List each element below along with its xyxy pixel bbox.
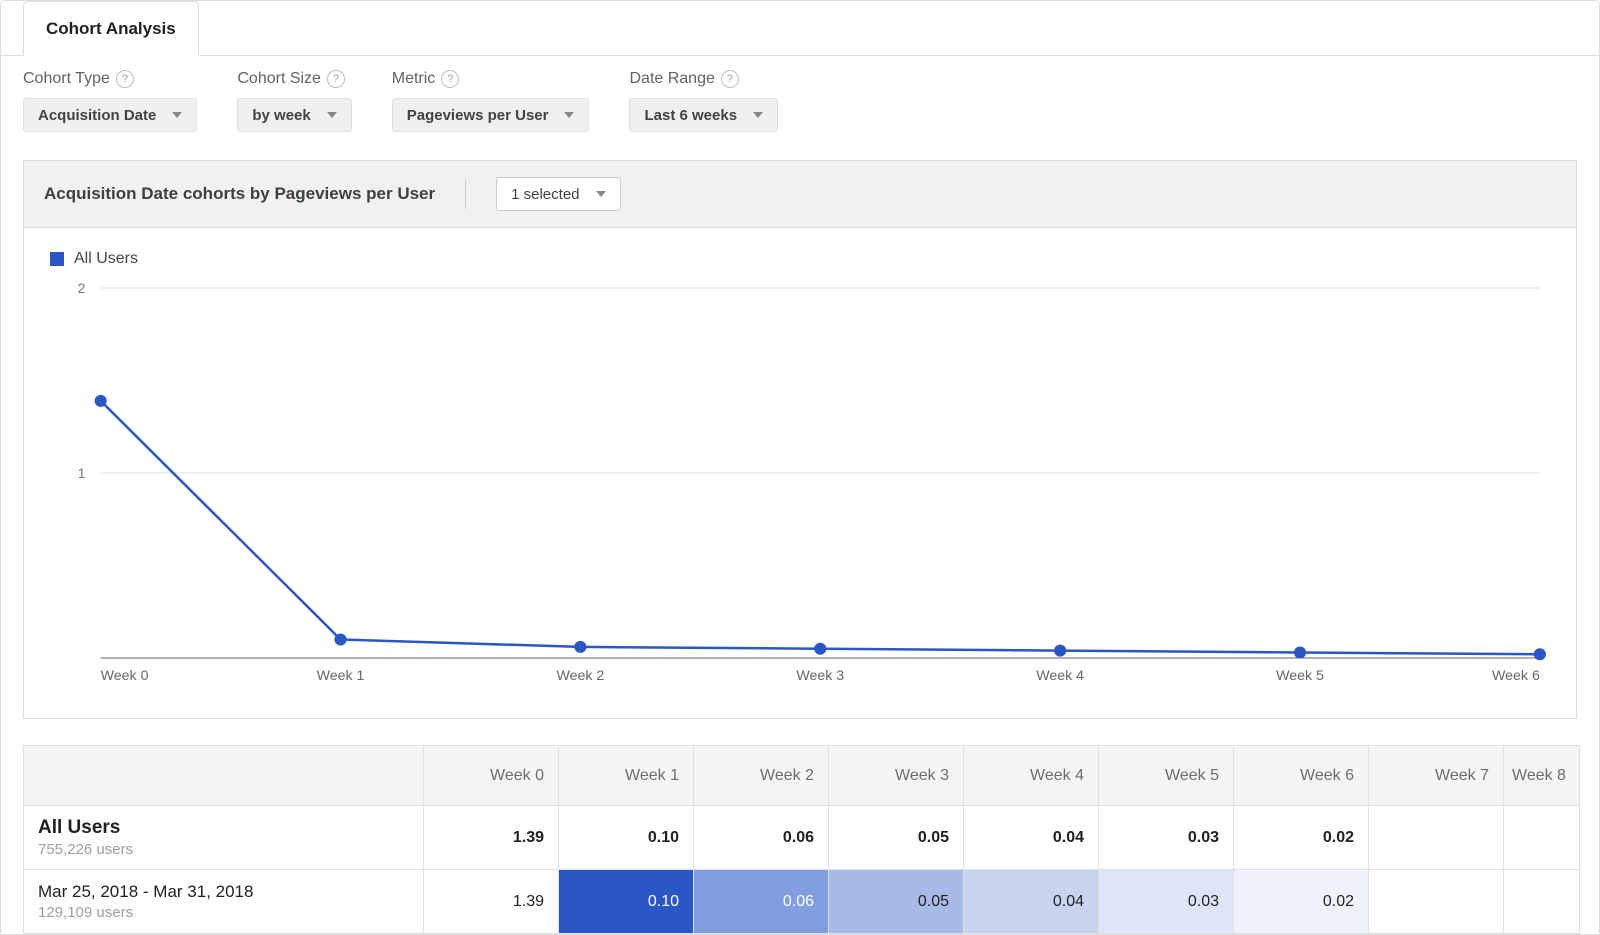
dropdown-value: Pageviews per User bbox=[407, 107, 549, 124]
svg-text:2: 2 bbox=[78, 280, 86, 296]
svg-text:Week 1: Week 1 bbox=[317, 667, 365, 683]
table-cell: 0.04 bbox=[964, 806, 1099, 870]
table-cell: 0.04 bbox=[964, 870, 1099, 934]
table-row: All Users755,226 users1.390.100.060.050.… bbox=[24, 806, 1580, 870]
table-cell bbox=[1504, 870, 1580, 934]
control-cohort-type: Cohort Type ? Acquisition Date bbox=[23, 70, 197, 132]
table-header-cell: Week 2 bbox=[694, 746, 829, 806]
table-cell: 0.02 bbox=[1234, 806, 1369, 870]
legend-series-name: All Users bbox=[74, 250, 138, 268]
dropdown-value: Acquisition Date bbox=[38, 107, 156, 124]
tab-cohort-analysis[interactable]: Cohort Analysis bbox=[23, 1, 199, 56]
svg-text:1: 1 bbox=[78, 465, 86, 481]
chart-plot: 1 2 Week 0 Week 1 Week 2 Week 3 Week 4 Week 5 We… bbox=[50, 278, 1550, 688]
table-cell: 0.10 bbox=[559, 806, 694, 870]
table-rowhead: All Users 755,226 users bbox=[24, 806, 424, 870]
table-header-cell: Week 1 bbox=[559, 746, 694, 806]
rowhead-label: All Users bbox=[38, 817, 409, 839]
table-header-cell: Week 8 bbox=[1504, 746, 1580, 806]
table-cell bbox=[1504, 806, 1580, 870]
cohort-table-wrap: Week 0Week 1Week 2Week 3Week 4Week 5Week… bbox=[23, 745, 1577, 934]
svg-text:Week 5: Week 5 bbox=[1276, 667, 1324, 683]
control-label-cohort-size: Cohort Size ? bbox=[237, 70, 351, 88]
table-header-cell: Week 5 bbox=[1099, 746, 1234, 806]
svg-text:Week 6: Week 6 bbox=[1492, 667, 1540, 683]
control-label-text: Metric bbox=[392, 70, 436, 88]
control-label-text: Date Range bbox=[629, 70, 714, 88]
table-header-cell: Week 7 bbox=[1369, 746, 1504, 806]
table-cell: 1.39 bbox=[424, 870, 559, 934]
svg-text:Week 2: Week 2 bbox=[557, 667, 605, 683]
dropdown-value: by week bbox=[252, 107, 310, 124]
table-header-cell: Week 0 bbox=[424, 746, 559, 806]
cohort-analysis-frame: Cohort Analysis Cohort Type ? Acquisitio… bbox=[0, 0, 1600, 935]
rowhead-sublabel: 129,109 users bbox=[38, 904, 409, 921]
control-label-text: Cohort Size bbox=[237, 70, 321, 88]
chevron-down-icon bbox=[564, 112, 574, 118]
controls-row: Cohort Type ? Acquisition Date Cohort Si… bbox=[1, 56, 1599, 160]
dropdown-cohort-size[interactable]: by week bbox=[237, 98, 351, 132]
cohort-table: Week 0Week 1Week 2Week 3Week 4Week 5Week… bbox=[23, 745, 1580, 934]
chevron-down-icon bbox=[753, 112, 763, 118]
chevron-down-icon bbox=[327, 112, 337, 118]
table-cell bbox=[1369, 870, 1504, 934]
table-cell: 0.05 bbox=[829, 870, 964, 934]
table-row: Mar 25, 2018 - Mar 31, 2018 129,109 users… bbox=[24, 870, 1580, 934]
table-rowhead: Mar 25, 2018 - Mar 31, 2018 129,109 users bbox=[24, 870, 424, 934]
help-icon[interactable]: ? bbox=[327, 70, 345, 88]
table-cell bbox=[1369, 806, 1504, 870]
chart-header: Acquisition Date cohorts by Pageviews pe… bbox=[23, 160, 1577, 228]
control-label-metric: Metric ? bbox=[392, 70, 590, 88]
table-cell: 0.05 bbox=[829, 806, 964, 870]
dropdown-value: Last 6 weeks bbox=[644, 107, 737, 124]
chart-svg: 1 2 Week 0 Week 1 Week 2 Week 3 Week 4 Week 5 We… bbox=[50, 278, 1550, 688]
control-cohort-size: Cohort Size ? by week bbox=[237, 70, 351, 132]
chart-card: Acquisition Date cohorts by Pageviews pe… bbox=[23, 160, 1577, 719]
dropdown-value: 1 selected bbox=[511, 186, 579, 203]
table-header-cell: Week 3 bbox=[829, 746, 964, 806]
svg-text:Week 4: Week 4 bbox=[1036, 667, 1084, 683]
control-date-range: Date Range ? Last 6 weeks bbox=[629, 70, 778, 132]
help-icon[interactable]: ? bbox=[116, 70, 134, 88]
table-header-cell: Week 4 bbox=[964, 746, 1099, 806]
help-icon[interactable]: ? bbox=[441, 70, 459, 88]
chart-legend: All Users bbox=[50, 250, 1550, 268]
dropdown-date-range[interactable]: Last 6 weeks bbox=[629, 98, 778, 132]
control-label-text: Cohort Type bbox=[23, 70, 110, 88]
table-cell: 0.03 bbox=[1099, 806, 1234, 870]
table-cell: 0.06 bbox=[694, 806, 829, 870]
table-cell: 1.39 bbox=[424, 806, 559, 870]
help-icon[interactable]: ? bbox=[721, 70, 739, 88]
chevron-down-icon bbox=[172, 112, 182, 118]
rowhead-sublabel: 755,226 users bbox=[38, 841, 409, 858]
chevron-down-icon bbox=[596, 191, 606, 197]
rowhead-label: Mar 25, 2018 - Mar 31, 2018 bbox=[38, 882, 409, 902]
tab-strip: Cohort Analysis bbox=[1, 1, 1599, 56]
table-header-blank bbox=[24, 746, 424, 806]
table-cell: 0.10 bbox=[559, 870, 694, 934]
svg-text:Week 0: Week 0 bbox=[101, 667, 149, 683]
control-label-date-range: Date Range ? bbox=[629, 70, 778, 88]
control-metric: Metric ? Pageviews per User bbox=[392, 70, 590, 132]
dropdown-cohort-type[interactable]: Acquisition Date bbox=[23, 98, 197, 132]
chart-body: All Users 1 2 Week 0 Week 1 Week 2 Week 3 Week… bbox=[23, 228, 1577, 719]
dropdown-series-selector[interactable]: 1 selected bbox=[496, 177, 620, 211]
table-cell: 0.03 bbox=[1099, 870, 1234, 934]
chart-header-title: Acquisition Date cohorts by Pageviews pe… bbox=[44, 184, 435, 204]
divider bbox=[465, 179, 466, 209]
control-label-cohort-type: Cohort Type ? bbox=[23, 70, 197, 88]
dropdown-metric[interactable]: Pageviews per User bbox=[392, 98, 590, 132]
table-header-cell: Week 6 bbox=[1234, 746, 1369, 806]
legend-swatch bbox=[50, 252, 64, 266]
svg-text:Week 3: Week 3 bbox=[796, 667, 844, 683]
table-cell: 0.06 bbox=[694, 870, 829, 934]
table-cell: 0.02 bbox=[1234, 870, 1369, 934]
